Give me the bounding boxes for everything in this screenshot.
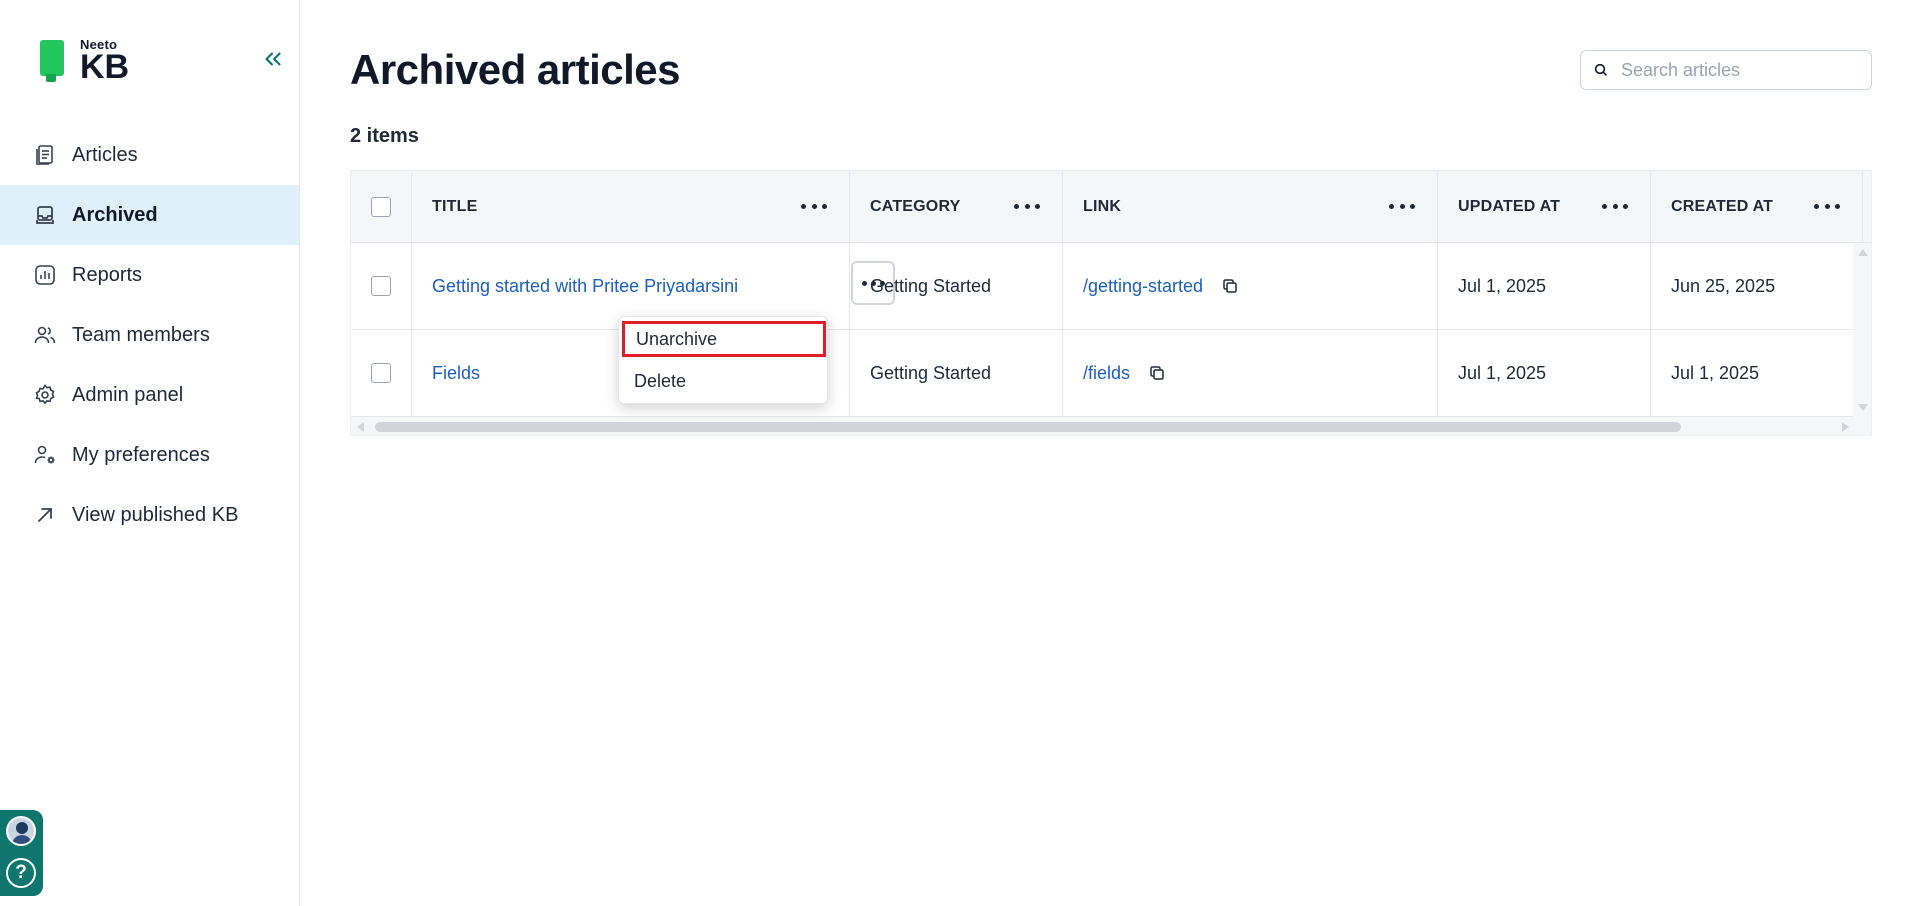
scroll-up-arrow-icon[interactable] <box>1858 249 1868 256</box>
column-header-label: TITLE <box>432 197 478 215</box>
table-header: TITLE CATEGORY LINK UPDATED AT CREATED A… <box>351 171 1871 243</box>
sidebar-item-my-preferences[interactable]: My preferences <box>0 425 299 485</box>
row-select-cell <box>351 330 412 416</box>
link-cell: /fields <box>1063 330 1438 416</box>
column-options-icon[interactable] <box>801 197 827 217</box>
sidebar-item-label: Admin panel <box>72 383 184 406</box>
search-box[interactable] <box>1580 50 1872 90</box>
kb-logo-icon <box>38 38 66 82</box>
scroll-left-arrow-icon[interactable] <box>357 422 364 432</box>
collapse-sidebar-icon[interactable] <box>260 46 286 72</box>
column-header-label: LINK <box>1083 197 1122 215</box>
horizontal-scroll-thumb[interactable] <box>375 422 1681 432</box>
table-row: Getting started with Pritee Priyadarsini… <box>351 243 1863 330</box>
articles-icon <box>32 142 58 168</box>
column-options-icon[interactable] <box>1014 197 1040 217</box>
sidebar-item-label: Reports <box>72 263 143 286</box>
user-settings-icon <box>32 442 58 468</box>
articles-table: TITLE CATEGORY LINK UPDATED AT CREATED A… <box>350 170 1872 436</box>
category-cell: Getting Started <box>850 330 1063 416</box>
category-value: Getting Started <box>870 362 992 383</box>
column-options-icon[interactable] <box>1814 197 1840 217</box>
link-cell: /getting-started <box>1063 243 1438 329</box>
sidebar-item-team-members[interactable]: Team members <box>0 305 299 365</box>
horizontal-scrollbar[interactable] <box>351 417 1871 435</box>
header-select-cell <box>351 171 412 242</box>
article-url-link[interactable]: /getting-started <box>1083 276 1203 297</box>
column-header-label: UPDATED AT <box>1458 197 1561 215</box>
row-checkbox[interactable] <box>371 276 391 296</box>
column-options-icon[interactable] <box>1389 197 1415 217</box>
column-created-at: CREATED AT <box>1651 171 1863 242</box>
sidebar-item-articles[interactable]: Articles <box>0 125 299 185</box>
table-row: Fields Getting Started /fields Jul 1, 20… <box>351 330 1863 417</box>
copy-icon[interactable] <box>1148 364 1166 382</box>
column-header-label: CATEGORY <box>870 197 961 215</box>
column-header-label: CREATED AT <box>1671 197 1774 215</box>
updated-at-value: Jul 1, 2025 <box>1458 362 1547 383</box>
gear-icon <box>32 382 58 408</box>
menu-item-delete[interactable]: Delete <box>619 363 829 399</box>
search-icon <box>1593 62 1609 78</box>
updated-at-value: Jul 1, 2025 <box>1458 275 1547 296</box>
scroll-right-arrow-icon[interactable] <box>1842 422 1849 432</box>
sidebar: Neeto KB Articles Archived Reports Team … <box>0 0 300 906</box>
category-value: Getting Started <box>870 275 992 296</box>
row-checkbox[interactable] <box>371 363 391 383</box>
help-icon[interactable]: ? <box>6 858 36 888</box>
menu-item-unarchive[interactable]: Unarchive <box>622 321 826 357</box>
team-icon <box>32 322 58 348</box>
archive-icon <box>32 202 58 228</box>
sidebar-item-archived[interactable]: Archived <box>0 185 299 245</box>
reports-icon <box>32 262 58 288</box>
column-link: LINK <box>1063 171 1438 242</box>
search-input[interactable] <box>1621 59 1861 81</box>
sidebar-item-view-published-kb[interactable]: View published KB <box>0 485 299 545</box>
page-title: Archived articles <box>350 46 681 93</box>
created-at-cell: Jun 25, 2025 <box>1651 243 1863 329</box>
column-title: TITLE <box>412 171 850 242</box>
select-all-checkbox[interactable] <box>371 196 391 217</box>
sidebar-item-label: Archived <box>72 203 158 226</box>
items-count: 2 items <box>350 125 419 147</box>
bottom-dock: ? <box>0 810 43 896</box>
row-select-cell <box>351 243 412 329</box>
created-at-value: Jun 25, 2025 <box>1671 275 1776 296</box>
column-updated-at: UPDATED AT <box>1438 171 1651 242</box>
category-cell: Getting Started <box>850 243 1063 329</box>
created-at-value: Jul 1, 2025 <box>1671 362 1760 383</box>
article-url-link[interactable]: /fields <box>1083 363 1130 384</box>
row-actions-menu: Unarchive Delete <box>618 316 828 404</box>
updated-at-cell: Jul 1, 2025 <box>1438 330 1651 416</box>
created-at-cell: Jul 1, 2025 <box>1651 330 1863 416</box>
column-options-icon[interactable] <box>1602 197 1628 217</box>
scroll-down-arrow-icon[interactable] <box>1858 404 1868 411</box>
avatar[interactable] <box>6 816 36 846</box>
article-title-link[interactable]: Fields <box>432 363 480 384</box>
sidebar-item-reports[interactable]: Reports <box>0 245 299 305</box>
column-category: CATEGORY <box>850 171 1063 242</box>
logo-brand-big: KB <box>80 48 130 86</box>
sidebar-item-admin-panel[interactable]: Admin panel <box>0 365 299 425</box>
sidebar-nav: Articles Archived Reports Team members A… <box>0 125 299 545</box>
sidebar-item-label: My preferences <box>72 443 210 466</box>
sidebar-item-label: Team members <box>72 323 210 346</box>
logo[interactable]: Neeto KB <box>38 38 129 84</box>
vertical-scrollbar[interactable] <box>1853 243 1871 417</box>
sidebar-item-label: View published KB <box>72 503 239 526</box>
sidebar-item-label: Articles <box>72 143 138 166</box>
copy-icon[interactable] <box>1221 277 1239 295</box>
updated-at-cell: Jul 1, 2025 <box>1438 243 1651 329</box>
external-arrow-icon <box>32 502 58 528</box>
article-title-link[interactable]: Getting started with Pritee Priyadarsini <box>432 276 738 297</box>
